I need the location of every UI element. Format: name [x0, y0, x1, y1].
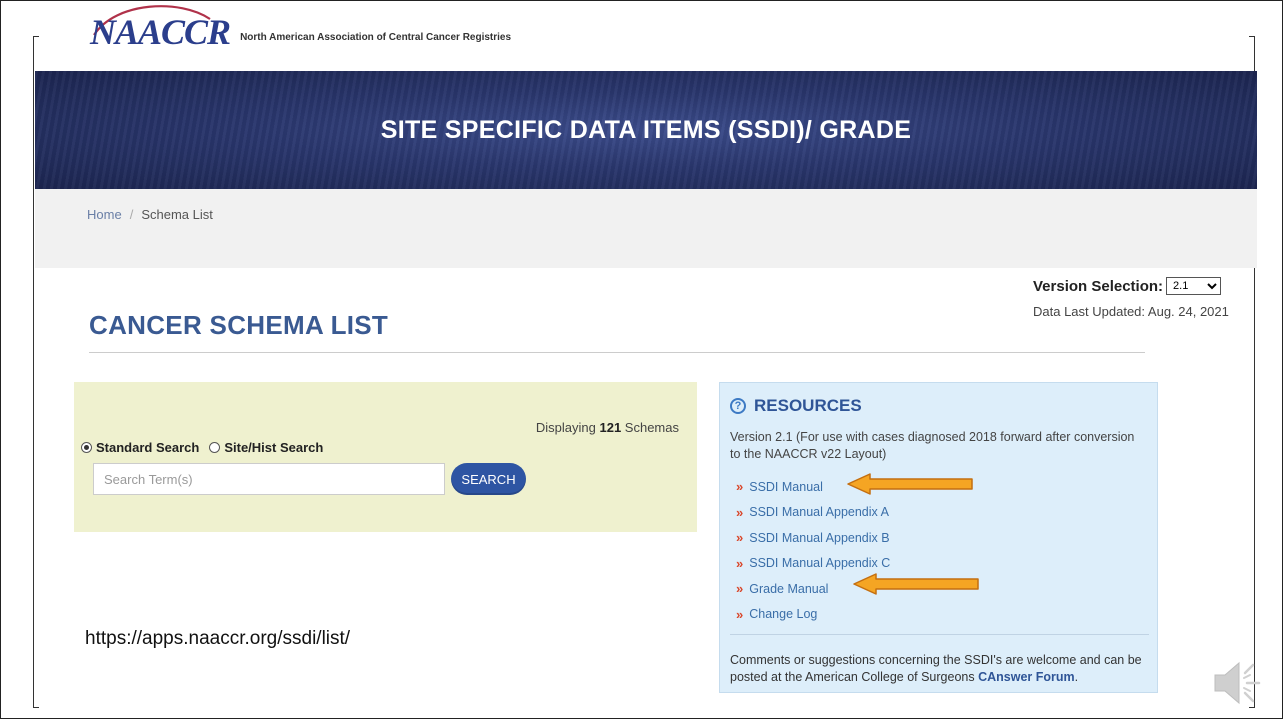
highlight-arrow-icon	[853, 573, 979, 595]
resources-divider	[730, 634, 1149, 635]
search-input[interactable]	[93, 463, 445, 495]
resource-link-appendix-a[interactable]: » SSDI Manual Appendix A	[736, 500, 890, 526]
radio-unselected-icon[interactable]	[209, 442, 221, 453]
question-circle-icon: ?	[730, 398, 746, 414]
page-title: CANCER SCHEMA LIST	[89, 310, 389, 340]
resources-heading: ? RESOURCES	[730, 396, 862, 416]
schema-count: Displaying 121 Schemas	[535, 420, 679, 435]
resources-footer: Comments or suggestions concerning the S…	[730, 653, 1142, 684]
breadcrumb: Home / Schema List	[87, 207, 213, 222]
version-label: Version Selection:	[1033, 277, 1164, 295]
double-chevron-icon: »	[736, 555, 744, 571]
banner-title: SITE SPECIFIC DATA ITEMS (SSDI)/ GRADE	[380, 115, 912, 144]
canswer-forum-link[interactable]: CAnswer Forum	[978, 670, 1075, 684]
radio-selected-icon[interactable]	[81, 442, 92, 453]
breadcrumb-home-link[interactable]: Home	[87, 207, 122, 222]
version-selection: Version Selection: 2.1	[1033, 277, 1222, 295]
resources-panel: ? RESOURCES Version 2.1 (For use with ca…	[719, 382, 1158, 693]
data-last-updated: Data Last Updated: Aug. 24, 2021	[1033, 304, 1229, 319]
breadcrumb-separator: /	[129, 207, 134, 222]
double-chevron-icon: »	[736, 479, 744, 495]
logo-wordmark: NAACCR	[90, 5, 231, 53]
double-chevron-icon: »	[736, 530, 744, 546]
hero-banner: SITE SPECIFIC DATA ITEMS (SSDI)/ GRADE	[35, 71, 1257, 189]
highlight-arrow-icon	[847, 473, 973, 495]
breadcrumb-current: Schema List	[141, 207, 213, 222]
org-full-name: North American Association of Central Ca…	[240, 31, 512, 43]
search-mode-group: Standard Search Site/Hist Search	[81, 440, 333, 455]
schema-count-value: 121	[599, 420, 622, 435]
url-caption: https://apps.naaccr.org/ssdi/list/	[85, 628, 351, 649]
standard-search-radio[interactable]: Standard Search	[81, 440, 199, 455]
resources-description: Version 2.1 (For use with cases diagnose…	[730, 430, 1135, 461]
double-chevron-icon: »	[736, 504, 744, 520]
resource-link-change-log[interactable]: » Change Log	[736, 602, 890, 628]
search-button[interactable]: SEARCH	[451, 463, 526, 495]
breadcrumb-bar: Home / Schema List	[35, 189, 1257, 268]
search-panel: Displaying 121 Schemas Standard Search S…	[74, 382, 697, 532]
audio-speaker-icon[interactable]	[1213, 657, 1263, 709]
resource-links: » SSDI Manual » SSDI Manual Appendix A » SS…	[736, 474, 890, 627]
version-select[interactable]: 2.1	[1166, 277, 1222, 295]
title-divider	[89, 352, 1145, 353]
naaccr-logo[interactable]: NAACCR North American Association of Cen…	[90, 5, 512, 53]
resource-link-appendix-b[interactable]: » SSDI Manual Appendix B	[736, 525, 890, 551]
double-chevron-icon: »	[736, 581, 744, 597]
double-chevron-icon: »	[736, 606, 744, 622]
site-hist-search-radio[interactable]: Site/Hist Search	[209, 440, 323, 455]
